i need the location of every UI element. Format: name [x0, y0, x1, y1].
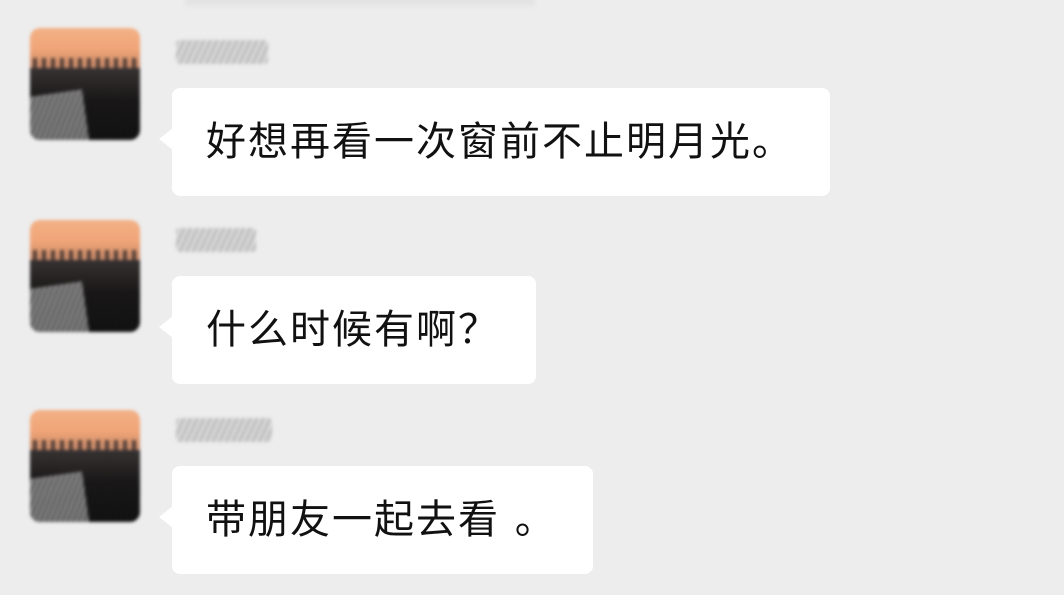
- sender-name-redacted: [176, 228, 256, 252]
- sender-avatar[interactable]: [30, 410, 140, 522]
- previous-content-fade: [185, 0, 535, 6]
- message-bubble[interactable]: 带朋友一起去看 。: [159, 466, 593, 574]
- sender-avatar[interactable]: [30, 220, 140, 332]
- sender-name-redacted: [176, 40, 268, 64]
- message-bubble[interactable]: 什么时候有啊？: [159, 276, 536, 384]
- message-bubble[interactable]: 好想再看一次窗前不止明月光。: [159, 88, 830, 196]
- sender-avatar[interactable]: [30, 28, 140, 140]
- sender-name-redacted: [176, 418, 272, 442]
